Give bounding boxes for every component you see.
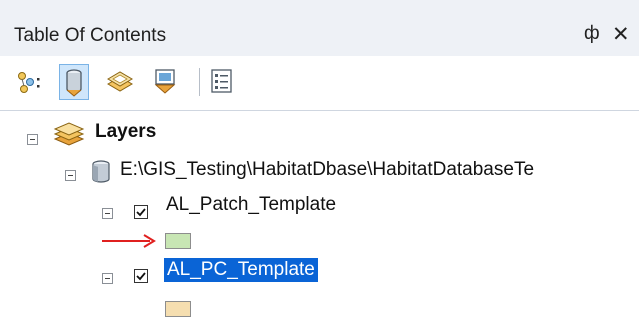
checkmark-icon	[136, 208, 146, 217]
layers-root-label[interactable]: Layers	[95, 121, 156, 143]
layers-icon	[53, 122, 85, 146]
symbol-swatch-al-pc-template[interactable]	[165, 301, 191, 317]
pin-icon[interactable]: ф	[584, 23, 600, 45]
list-by-drawing-order-button[interactable]	[14, 64, 44, 100]
layer-visibility-checkbox[interactable]	[134, 269, 148, 283]
table-of-contents-window: Table Of Contents ф ✕ Layers E:\GIS_Test…	[0, 0, 639, 336]
layer-label-al-patch-template[interactable]: AL_Patch_Template	[166, 194, 336, 216]
layer-visibility-checkbox[interactable]	[134, 205, 148, 219]
options-icon	[211, 69, 232, 93]
layers-collapse-toggle[interactable]	[27, 134, 38, 145]
panel-title: Table Of Contents	[14, 25, 167, 46]
list-by-source-icon	[66, 69, 82, 97]
database-collapse-toggle[interactable]	[65, 170, 76, 181]
database-icon	[92, 160, 110, 183]
list-by-source-button[interactable]	[59, 64, 89, 100]
checkmark-icon	[136, 272, 146, 281]
layer-tree: Layers E:\GIS_Testing\HabitatDbase\Habit…	[0, 111, 639, 336]
list-by-drawing-order-icon	[18, 72, 40, 93]
database-path-label[interactable]: E:\GIS_Testing\HabitatDbase\HabitatDatab…	[120, 159, 534, 181]
layer-collapse-toggle[interactable]	[102, 273, 113, 284]
list-by-visibility-button[interactable]	[105, 64, 135, 100]
list-by-visibility-icon	[107, 71, 133, 92]
symbol-swatch-al-patch-template[interactable]	[165, 233, 191, 249]
annotation-arrow-icon	[102, 234, 156, 248]
panel-titlebar: Table Of Contents ф ✕	[0, 0, 639, 56]
list-by-selection-icon	[154, 69, 176, 94]
layer-collapse-toggle[interactable]	[102, 208, 113, 219]
layer-label-al-pc-template[interactable]: AL_PC_Template	[164, 258, 318, 282]
options-button[interactable]	[207, 64, 237, 100]
toc-toolbar	[0, 56, 639, 111]
toolbar-separator	[199, 68, 200, 96]
close-icon[interactable]: ✕	[612, 22, 630, 47]
list-by-selection-button[interactable]	[150, 64, 180, 100]
